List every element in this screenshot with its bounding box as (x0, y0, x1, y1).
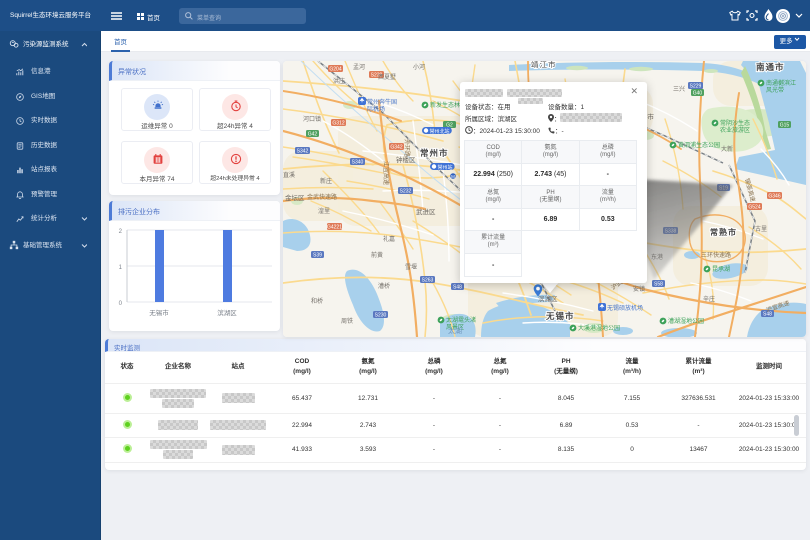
svg-text:直溪: 直溪 (283, 171, 295, 179)
svg-text:G40: G40 (693, 90, 703, 96)
svg-text:湟里: 湟里 (318, 207, 330, 215)
svg-text:周铁: 周铁 (341, 317, 353, 325)
svg-text:江宜高速: 江宜高速 (382, 161, 390, 185)
svg-text:常阴沙生态: 常阴沙生态 (720, 119, 750, 127)
svg-text:礼嘉: 礼嘉 (383, 235, 395, 243)
svg-text:无锡市: 无锡市 (545, 311, 575, 321)
svg-text:东港: 东港 (651, 253, 663, 261)
svg-text:大溪港湿地公园: 大溪港湿地公园 (578, 324, 620, 332)
svg-text:S263: S263 (422, 277, 434, 283)
svg-text:M: M (451, 174, 455, 179)
svg-text:前黄: 前黄 (371, 251, 383, 259)
svg-text:G346: G346 (768, 193, 780, 199)
svg-text:0: 0 (119, 301, 123, 307)
svg-text:G204: G204 (329, 66, 341, 72)
svg-text:S232: S232 (400, 188, 412, 194)
svg-text:1: 1 (119, 265, 123, 271)
svg-text:南通市: 南通市 (756, 62, 785, 72)
svg-text:河口镇: 河口镇 (303, 115, 321, 123)
svg-text:农业旅游区: 农业旅游区 (720, 126, 750, 134)
svg-text:三兴: 三兴 (673, 85, 685, 93)
svg-text:G42: G42 (308, 131, 318, 137)
svg-text:武进区: 武进区 (416, 207, 436, 216)
svg-text:三环快速路: 三环快速路 (701, 251, 731, 259)
svg-text:常州奔牛国: 常州奔牛国 (367, 98, 397, 106)
svg-text:古里: 古里 (755, 225, 767, 233)
svg-text:S230: S230 (375, 312, 387, 318)
svg-text:无锡市: 无锡市 (149, 308, 169, 317)
svg-text:辛庄: 辛庄 (703, 295, 715, 303)
svg-text:S229: S229 (690, 83, 702, 89)
svg-text:S48: S48 (453, 284, 462, 290)
svg-text:南通樾滨江: 南通樾滨江 (766, 79, 796, 87)
svg-text:和桥: 和桥 (311, 297, 323, 305)
svg-text:S338: S338 (665, 228, 677, 234)
svg-text:外环路: 外环路 (403, 139, 411, 157)
svg-text:G524: G524 (748, 204, 760, 210)
svg-text:金武快速路: 金武快速路 (307, 193, 337, 201)
svg-text:S58: S58 (654, 281, 663, 287)
svg-text:G15: G15 (780, 122, 790, 128)
svg-text:钟楼区: 钟楼区 (396, 155, 416, 164)
svg-text:常熟市: 常熟市 (710, 227, 737, 237)
svg-text:2: 2 (119, 229, 123, 235)
svg-text:常州北站: 常州北站 (430, 128, 450, 135)
svg-text:S19: S19 (719, 185, 728, 191)
svg-text:无锡硕放机场: 无锡硕放机场 (607, 304, 643, 312)
svg-text:黄泗浦生态公园: 黄泗浦生态公园 (678, 141, 720, 149)
svg-text:S340: S340 (352, 159, 364, 165)
svg-text:洪庄: 洪庄 (333, 77, 345, 85)
svg-text:S39: S39 (313, 252, 322, 258)
svg-text:小河: 小河 (413, 63, 425, 71)
svg-text:漕湖湿地公园: 漕湖湿地公园 (668, 317, 704, 325)
svg-text:际机场: 际机场 (367, 105, 385, 113)
svg-text:太湖: 太湖 (448, 326, 462, 335)
svg-text:漕桥: 漕桥 (378, 282, 390, 290)
svg-text:孟河: 孟河 (353, 63, 365, 71)
svg-text:G342: G342 (390, 144, 402, 150)
svg-text:大新: 大新 (721, 145, 733, 153)
svg-text:风光带: 风光带 (766, 86, 784, 94)
svg-text:雪堰: 雪堰 (405, 263, 417, 271)
svg-text:G4221: G4221 (327, 224, 342, 230)
svg-text:新发生态林: 新发生态林 (430, 101, 460, 109)
svg-text:新庄: 新庄 (320, 177, 332, 185)
svg-text:滨湖区: 滨湖区 (217, 308, 237, 317)
svg-text:G312: G312 (332, 120, 344, 126)
svg-text:S342: S342 (297, 148, 309, 154)
svg-text:常州站: 常州站 (438, 164, 453, 171)
svg-text:昆承湖: 昆承湖 (712, 265, 730, 273)
svg-text:太湖鼋头渚: 太湖鼋头渚 (446, 316, 476, 324)
svg-text:安镇: 安镇 (633, 285, 645, 293)
svg-text:金坛区: 金坛区 (285, 193, 305, 202)
svg-text:靖江市: 靖江市 (531, 61, 557, 69)
svg-text:常州市: 常州市 (420, 148, 449, 158)
svg-text:西夏墅: 西夏墅 (378, 73, 396, 81)
